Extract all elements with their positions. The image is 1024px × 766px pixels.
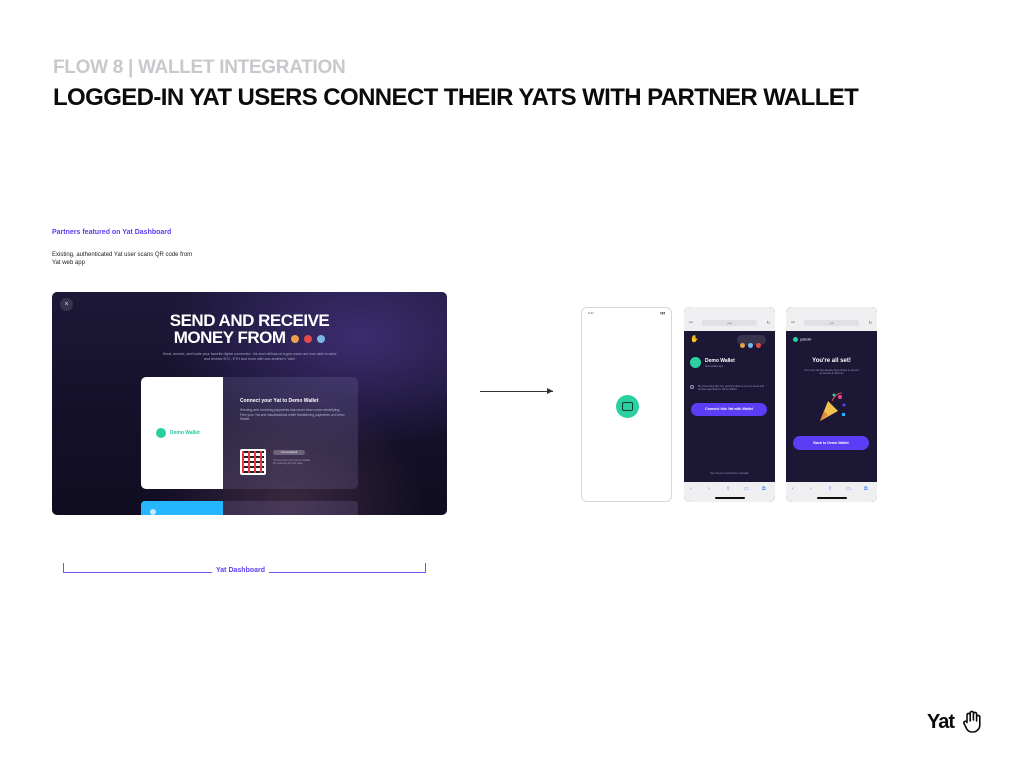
dashboard-bracket-label: Yat Dashboard bbox=[212, 567, 270, 574]
flow-label: FLOW 8 | WALLET INTEGRATION bbox=[53, 57, 346, 78]
arrow-head-icon bbox=[547, 388, 553, 394]
flow-arrow bbox=[480, 391, 553, 392]
wallet-app-icon bbox=[616, 395, 639, 418]
party-popper-icon bbox=[820, 392, 846, 421]
browser-bar: AA y.at ↻ bbox=[786, 307, 877, 331]
status-time: 9:41 bbox=[588, 311, 594, 315]
emoji-bottle-icon bbox=[317, 334, 326, 343]
browser-toolbar: ‹ › ⇧ ▭ ⧉ bbox=[786, 482, 877, 502]
yatcoin-badge: yatcoin bbox=[793, 337, 811, 342]
yat-dashboard-screenshot: × SEND AND RECEIVE MONEY FROM Send, rece… bbox=[52, 292, 447, 515]
forward-icon[interactable]: › bbox=[708, 486, 710, 492]
partners-annotation-title: Partners featured on Yat Dashboard bbox=[52, 229, 172, 236]
tabs-icon[interactable]: ⧉ bbox=[864, 486, 868, 492]
home-indicator bbox=[817, 497, 847, 499]
bookmarks-icon[interactable]: ▭ bbox=[846, 486, 851, 492]
yat-logo: Yat bbox=[927, 711, 955, 733]
dashboard-subtext: Send, receive, and trade your favorite d… bbox=[162, 352, 337, 361]
share-icon[interactable]: ⇧ bbox=[726, 486, 730, 492]
browser-bar: AA y.at ↻ bbox=[684, 307, 775, 331]
back-icon[interactable]: ‹ bbox=[690, 486, 692, 492]
page-title: LOGGED-IN YAT USERS CONNECT THEIR YATS W… bbox=[53, 84, 859, 111]
url-field[interactable]: y.at bbox=[702, 320, 757, 326]
emoji-football-icon bbox=[290, 334, 299, 343]
yatcoin-logo-icon bbox=[793, 337, 798, 342]
wallet-name: Demo Wallet bbox=[705, 358, 735, 364]
demo-wallet-logo-icon bbox=[690, 357, 701, 368]
close-icon[interactable]: × bbox=[60, 298, 73, 311]
yat-pill: Yat connected bbox=[273, 450, 305, 455]
consent-checkbox[interactable] bbox=[690, 385, 694, 389]
back-to-wallet-button[interactable]: Back to Demo Wallet bbox=[793, 436, 869, 450]
share-icon[interactable]: ⇧ bbox=[828, 486, 832, 492]
url-field[interactable]: y.at bbox=[804, 320, 859, 326]
emoji-medal-icon bbox=[304, 334, 313, 343]
signal-icon: ▮▮▮ bbox=[660, 311, 665, 315]
home-indicator bbox=[715, 497, 745, 499]
phone-success-screen: AA y.at ↻ yatcoin You're all set! Your n… bbox=[786, 307, 877, 502]
yat-emoji-chip[interactable] bbox=[737, 335, 766, 348]
dashboard-headline: SEND AND RECEIVE MONEY FROM bbox=[52, 312, 447, 346]
browser-toolbar: ‹ › ⇧ ▭ ⧉ bbox=[684, 482, 775, 502]
partner-logo-icon bbox=[150, 509, 156, 515]
connect-yat-button[interactable]: Connect this Yat with Wallet bbox=[691, 403, 767, 416]
demo-wallet-logo-icon bbox=[156, 428, 166, 438]
next-partner-card[interactable] bbox=[141, 501, 358, 515]
connect-card-title: Connect your Yat to Demo Wallet bbox=[240, 398, 319, 404]
reload-icon[interactable]: ↻ bbox=[767, 320, 770, 325]
qr-code bbox=[240, 449, 266, 475]
qr-caption: Connect this Yat to Demo Wallet. By scan… bbox=[273, 459, 311, 466]
yatcoin-label: yatcoin bbox=[800, 337, 812, 342]
reader-aa-button[interactable]: AA bbox=[689, 320, 693, 324]
forward-icon[interactable]: › bbox=[810, 486, 812, 492]
wallet-domain: demowallet.app bbox=[705, 365, 724, 368]
manual-connect-link[interactable]: Set Yat your connection manually bbox=[684, 472, 775, 475]
reader-aa-button[interactable]: AA bbox=[791, 320, 795, 324]
next-partner-panel bbox=[141, 501, 223, 515]
dashboard-headline-line2: MONEY FROM bbox=[173, 328, 286, 347]
partner-name: Demo Wallet bbox=[170, 430, 200, 436]
partner-logo-panel: Demo Wallet bbox=[141, 377, 223, 489]
tabs-icon[interactable]: ⧉ bbox=[762, 486, 766, 492]
status-bar: 9:41 ▮▮▮ bbox=[582, 308, 671, 318]
dashboard-headline-line1: SEND AND RECEIVE bbox=[169, 311, 330, 330]
back-icon[interactable]: ‹ bbox=[792, 486, 794, 492]
consent-text: By connecting this Yat, you'll be able t… bbox=[698, 385, 765, 392]
reload-icon[interactable]: ↻ bbox=[869, 320, 872, 325]
connect-wallet-card[interactable]: Demo Wallet Connect your Yat to Demo Wal… bbox=[141, 377, 358, 489]
consent-row[interactable]: By connecting this Yat, you'll be able t… bbox=[690, 385, 770, 392]
phone-splash-screen: 9:41 ▮▮▮ bbox=[581, 307, 672, 502]
emoji-football-icon bbox=[740, 343, 745, 348]
phone-connect-screen: AA y.at ↻ ✋ Demo Wallet demowallet.app B… bbox=[684, 307, 775, 502]
emoji-bottle-icon bbox=[748, 343, 753, 348]
partners-annotation-description: Existing, authenticated Yat user scans Q… bbox=[52, 252, 193, 266]
wallet-glyph-icon bbox=[622, 402, 633, 411]
success-title: You're all set! bbox=[812, 358, 851, 364]
yat-hand-icon: ✋ bbox=[690, 336, 699, 343]
emoji-medal-icon bbox=[756, 343, 761, 348]
success-description: Your new Yat has already been linked to … bbox=[803, 369, 860, 376]
yat-hand-logo-icon bbox=[963, 710, 981, 733]
bookmarks-icon[interactable]: ▭ bbox=[744, 486, 749, 492]
dashboard-headline-line2-row: MONEY FROM bbox=[52, 329, 447, 346]
connect-card-description: Sending and receiving payments has never… bbox=[240, 408, 345, 422]
